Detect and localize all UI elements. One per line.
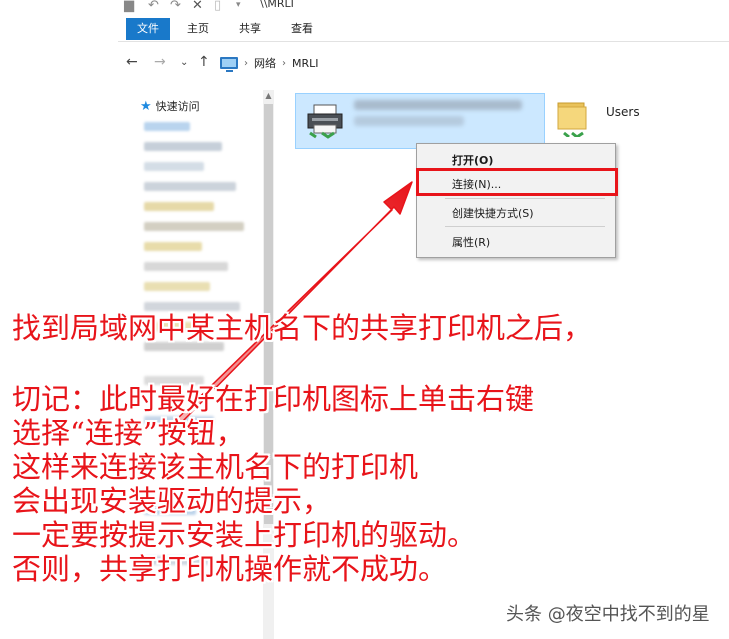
menu-item-open[interactable]: 打开(O) — [452, 152, 493, 168]
window-title: \\MRLI — [260, 0, 294, 10]
tab-share[interactable]: 共享 — [234, 18, 266, 40]
chevron-right-icon: › — [282, 57, 286, 69]
customize-qat-icon[interactable]: ▾ — [236, 0, 241, 10]
nav-item-blurred[interactable] — [144, 242, 202, 251]
annotation-line-4: 这样来连接该主机名下的打印机 — [12, 450, 419, 484]
network-location-icon — [220, 57, 238, 72]
up-icon[interactable]: ↑ — [198, 54, 210, 70]
watermark: 头条 @夜空中找不到的星 — [506, 604, 710, 625]
shared-printer-item[interactable] — [295, 93, 545, 149]
address-bar: ← → ⌄ ↑ › 网络 › MRLI — [118, 48, 729, 78]
context-menu: 打开(O) 连接(N)... 创建快捷方式(S) 属性(R) — [416, 143, 616, 258]
forward-icon[interactable]: → — [154, 54, 166, 70]
recent-locations-icon[interactable]: ⌄ — [180, 57, 188, 68]
menu-divider — [445, 198, 605, 199]
tab-view[interactable]: 查看 — [286, 18, 318, 40]
nav-item-blurred[interactable] — [144, 162, 204, 171]
properties-icon[interactable]: ▯ — [214, 0, 221, 13]
printer-name-blurred — [354, 100, 522, 110]
annotation-line-3: 选择“连接”按钮， — [12, 416, 245, 450]
nav-item-blurred[interactable] — [144, 142, 222, 151]
breadcrumb: › 网络 › MRLI — [220, 54, 319, 72]
connect-highlight-box — [416, 168, 618, 196]
nav-item-blurred[interactable] — [144, 302, 240, 311]
quick-access-label: 快速访问 — [155, 100, 200, 113]
tab-home[interactable]: 主页 — [182, 18, 214, 40]
scroll-up-icon[interactable]: ▲ — [263, 90, 274, 102]
menu-item-create-shortcut[interactable]: 创建快捷方式(S) — [452, 205, 534, 221]
back-icon[interactable]: ← — [126, 54, 138, 70]
star-icon: ★ — [140, 98, 152, 114]
nav-item-blurred[interactable] — [144, 182, 236, 191]
nav-item-blurred[interactable] — [144, 262, 228, 271]
delete-icon[interactable]: ✕ — [192, 0, 203, 13]
app-icon: ▆ — [124, 0, 134, 13]
annotation-line-5: 会出现安装驱动的提示， — [12, 484, 332, 518]
nav-item-blurred[interactable] — [144, 282, 210, 291]
nav-item-blurred[interactable] — [144, 202, 214, 211]
breadcrumb-network[interactable]: 网络 — [254, 55, 276, 71]
printer-detail-blurred — [354, 116, 464, 126]
users-folder-label: Users — [606, 105, 640, 119]
quick-access[interactable]: ★ 快速访问 — [140, 98, 200, 114]
annotation-line-2: 切记：此时最好在打印机图标上单击右键 — [12, 382, 535, 416]
undo-icon[interactable]: ↶ — [148, 0, 159, 13]
folder-icon — [557, 102, 587, 137]
nav-item-blurred[interactable] — [144, 122, 190, 131]
breadcrumb-host[interactable]: MRLI — [292, 57, 319, 70]
annotation-line-1: 找到局域网中某主机名下的共享打印机之后， — [12, 311, 593, 345]
chevron-right-icon: › — [244, 57, 248, 69]
menu-item-properties[interactable]: 属性(R) — [452, 234, 490, 250]
tab-file[interactable]: 文件 — [126, 18, 170, 40]
printer-icon — [307, 104, 343, 139]
annotation-line-7: 否则，共享打印机操作就不成功。 — [12, 552, 448, 586]
title-bar: ▆ ↶ ↷ ✕ ▯ ▾ \\MRLI — [118, 0, 729, 14]
ribbon-tabs: 文件 主页 共享 查看 — [118, 18, 729, 42]
redo-icon[interactable]: ↷ — [170, 0, 181, 13]
nav-item-blurred[interactable] — [144, 222, 244, 231]
menu-divider — [445, 226, 605, 227]
annotation-line-6: 一定要按提示安装上打印机的驱动。 — [12, 518, 477, 552]
users-folder-item[interactable]: Users — [552, 93, 662, 149]
